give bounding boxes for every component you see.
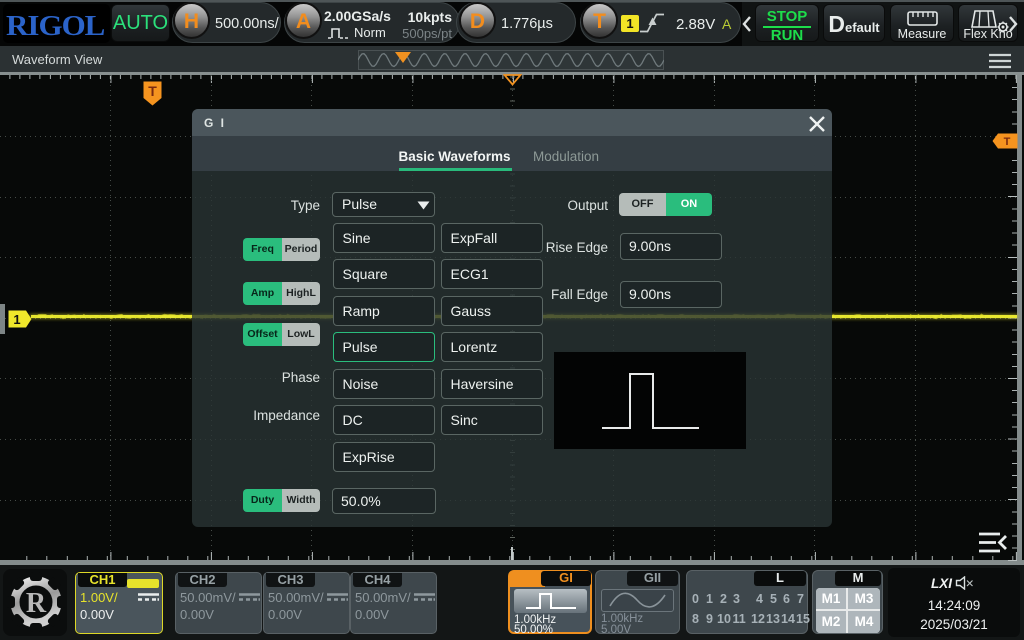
svg-text:T: T <box>148 83 157 99</box>
svg-text:1: 1 <box>13 312 20 327</box>
svg-text:R: R <box>26 588 47 619</box>
svg-text:T: T <box>1004 136 1011 148</box>
